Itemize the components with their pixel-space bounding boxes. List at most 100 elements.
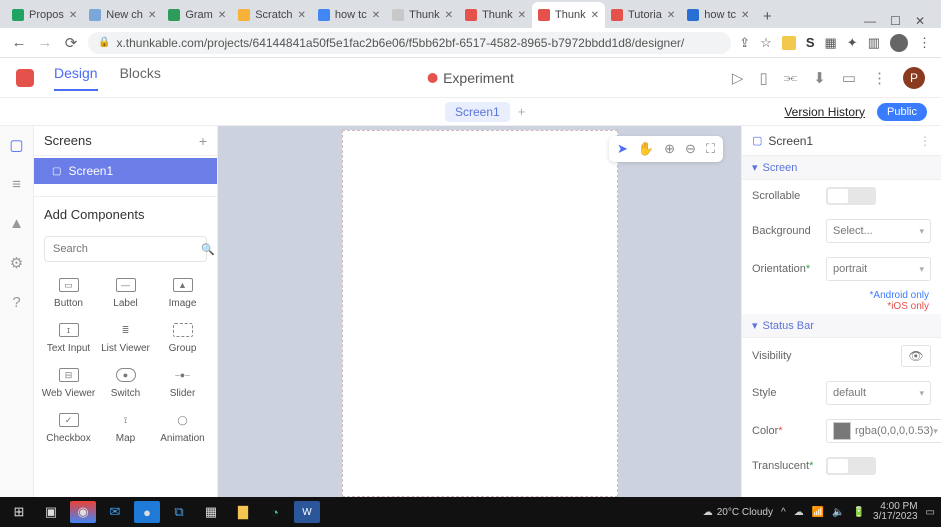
fit-icon[interactable]: ⛶	[706, 141, 715, 157]
new-tab-button[interactable]: +	[755, 4, 779, 28]
chrome-tab[interactable]: Propos✕	[6, 2, 83, 28]
component-group[interactable]: Group	[154, 319, 211, 358]
zoom-in-icon[interactable]: ⊕	[664, 141, 675, 157]
select-tool-icon[interactable]: ➤	[617, 141, 628, 157]
chrome-tab[interactable]: how tc✕	[681, 2, 755, 28]
component-label[interactable]: —Label	[97, 274, 154, 313]
chrome-tab[interactable]: Gram✕	[162, 2, 232, 28]
weather-widget[interactable]: ☁ 20°C Cloudy	[703, 507, 773, 518]
chrome-tab[interactable]: New ch✕	[83, 2, 162, 28]
device-frame[interactable]	[342, 130, 618, 497]
share-icon[interactable]: ⇪	[739, 35, 750, 51]
component-list-viewer[interactable]: ≣List Viewer	[97, 319, 154, 358]
mail-task-icon[interactable]: ✉	[102, 501, 128, 523]
onedrive-icon[interactable]: ☁	[794, 507, 804, 518]
reload-button[interactable]: ⟳	[62, 34, 80, 52]
device-icon[interactable]: ▯	[759, 69, 767, 87]
translucent-toggle[interactable]	[826, 457, 876, 475]
version-history-link[interactable]: Version History	[784, 105, 865, 119]
design-canvas[interactable]: ➤ ✋ ⊕ ⊖ ⛶	[218, 126, 741, 497]
search-input[interactable]	[53, 243, 195, 255]
component-checkbox[interactable]: ✓Checkbox	[40, 409, 97, 448]
word-task-icon[interactable]: W	[294, 501, 320, 523]
explorer-task-icon[interactable]: ▇	[230, 501, 256, 523]
close-icon[interactable]: ✕	[445, 10, 453, 21]
tab-blocks[interactable]: Blocks	[120, 65, 161, 91]
component-web-viewer[interactable]: ⊟Web Viewer	[40, 364, 97, 403]
chrome-task-icon[interactable]: ◉	[70, 501, 96, 523]
more-icon[interactable]: ⋮	[872, 69, 887, 87]
style-select[interactable]: default▾	[826, 381, 931, 405]
zoom-out-icon[interactable]: ⊖	[685, 141, 696, 157]
color-select[interactable]: rgba(0,0,0,0.53)▾	[826, 419, 941, 443]
thunkable-logo-icon[interactable]	[16, 69, 34, 87]
chrome-tab[interactable]: Tutoria✕	[605, 2, 681, 28]
scrollable-toggle[interactable]	[826, 187, 876, 205]
extension-icon[interactable]: S	[806, 35, 815, 50]
profile-avatar-icon[interactable]	[890, 34, 908, 52]
component-map[interactable]: ⟟Map	[97, 409, 154, 448]
chevron-up-icon[interactable]: ^	[781, 507, 786, 518]
wifi-icon[interactable]: 📶	[812, 507, 824, 518]
extensions-puzzle-icon[interactable]: ✦	[847, 35, 858, 51]
accordion-screen[interactable]: ▾Screen	[742, 156, 941, 180]
docs-icon[interactable]: ▭	[842, 69, 856, 87]
component-search[interactable]: 🔍	[44, 236, 207, 262]
accordion-statusbar[interactable]: ▾Status Bar	[742, 314, 941, 338]
public-badge[interactable]: Public	[877, 103, 927, 121]
component-switch[interactable]: ●Switch	[97, 364, 154, 403]
download-icon[interactable]: ⬇	[813, 69, 826, 87]
share-icon[interactable]: ⫘	[784, 69, 798, 86]
component-button[interactable]: ▭Button	[40, 274, 97, 313]
chrome-tab-active[interactable]: Thunk✕	[532, 2, 605, 28]
close-icon[interactable]: ✕	[591, 10, 599, 21]
component-image[interactable]: ▲Image	[154, 274, 211, 313]
rail-data-icon[interactable]: ≡	[12, 176, 21, 193]
rail-design-icon[interactable]: ▢	[9, 136, 23, 154]
volume-icon[interactable]: 🔈	[832, 507, 844, 518]
app-task-icon[interactable]: ●	[134, 501, 160, 523]
close-icon[interactable]: ✕	[372, 10, 380, 21]
rail-help-icon[interactable]: ?	[12, 294, 20, 311]
back-button[interactable]: ←	[10, 34, 28, 51]
props-more-icon[interactable]: ⋮	[919, 134, 931, 148]
add-screen-button[interactable]: +	[518, 104, 526, 119]
play-icon[interactable]: ▷	[732, 69, 744, 87]
chrome-tab[interactable]: Thunk✕	[386, 2, 459, 28]
star-icon[interactable]: ☆	[760, 35, 772, 51]
close-window-icon[interactable]: ✕	[915, 14, 925, 28]
screen-tree-item[interactable]: ▢ Screen1	[34, 158, 217, 184]
user-avatar[interactable]: P	[903, 67, 925, 89]
component-animation[interactable]: ◯Animation	[154, 409, 211, 448]
battery-icon[interactable]: 🔋	[853, 507, 865, 518]
notifications-icon[interactable]: ▭	[926, 507, 935, 518]
rail-cloud-icon[interactable]: ▲	[9, 215, 24, 232]
hand-tool-icon[interactable]: ✋	[638, 141, 654, 157]
chrome-tab[interactable]: Thunk✕	[459, 2, 532, 28]
close-icon[interactable]: ✕	[741, 10, 749, 21]
minimize-icon[interactable]: —	[864, 14, 876, 28]
clock[interactable]: 4:00 PM 3/17/2023	[873, 502, 918, 522]
edge-task-icon[interactable]: ◔	[262, 501, 288, 523]
background-select[interactable]: Select...▾	[826, 219, 931, 243]
maximize-icon[interactable]: ☐	[890, 14, 901, 28]
forward-button[interactable]: →	[36, 34, 54, 51]
component-slider[interactable]: ⎯●⎯Slider	[154, 364, 211, 403]
chrome-menu-icon[interactable]: ⋮	[918, 35, 931, 51]
add-screen-icon[interactable]: +	[199, 133, 207, 149]
start-button[interactable]: ⊞	[6, 501, 32, 523]
address-bar[interactable]: 🔒 x.thunkable.com/projects/64144841a50f5…	[88, 32, 731, 54]
component-text-input[interactable]: ɪText Input	[40, 319, 97, 358]
extension-icon[interactable]: ▦	[825, 35, 837, 51]
close-icon[interactable]: ✕	[667, 10, 675, 21]
vscode-task-icon[interactable]: ⧉	[166, 501, 192, 523]
tab-design[interactable]: Design	[54, 65, 98, 91]
rail-settings-icon[interactable]: ⚙	[10, 254, 23, 272]
project-title[interactable]: Experiment	[427, 70, 514, 86]
extension-icon[interactable]	[782, 36, 796, 50]
orientation-select[interactable]: portrait▾	[826, 257, 931, 281]
visibility-button[interactable]: 👁	[901, 345, 931, 367]
screen-tab[interactable]: Screen1	[445, 102, 510, 122]
close-icon[interactable]: ✕	[69, 10, 77, 21]
task-view-icon[interactable]: ▣	[38, 501, 64, 523]
